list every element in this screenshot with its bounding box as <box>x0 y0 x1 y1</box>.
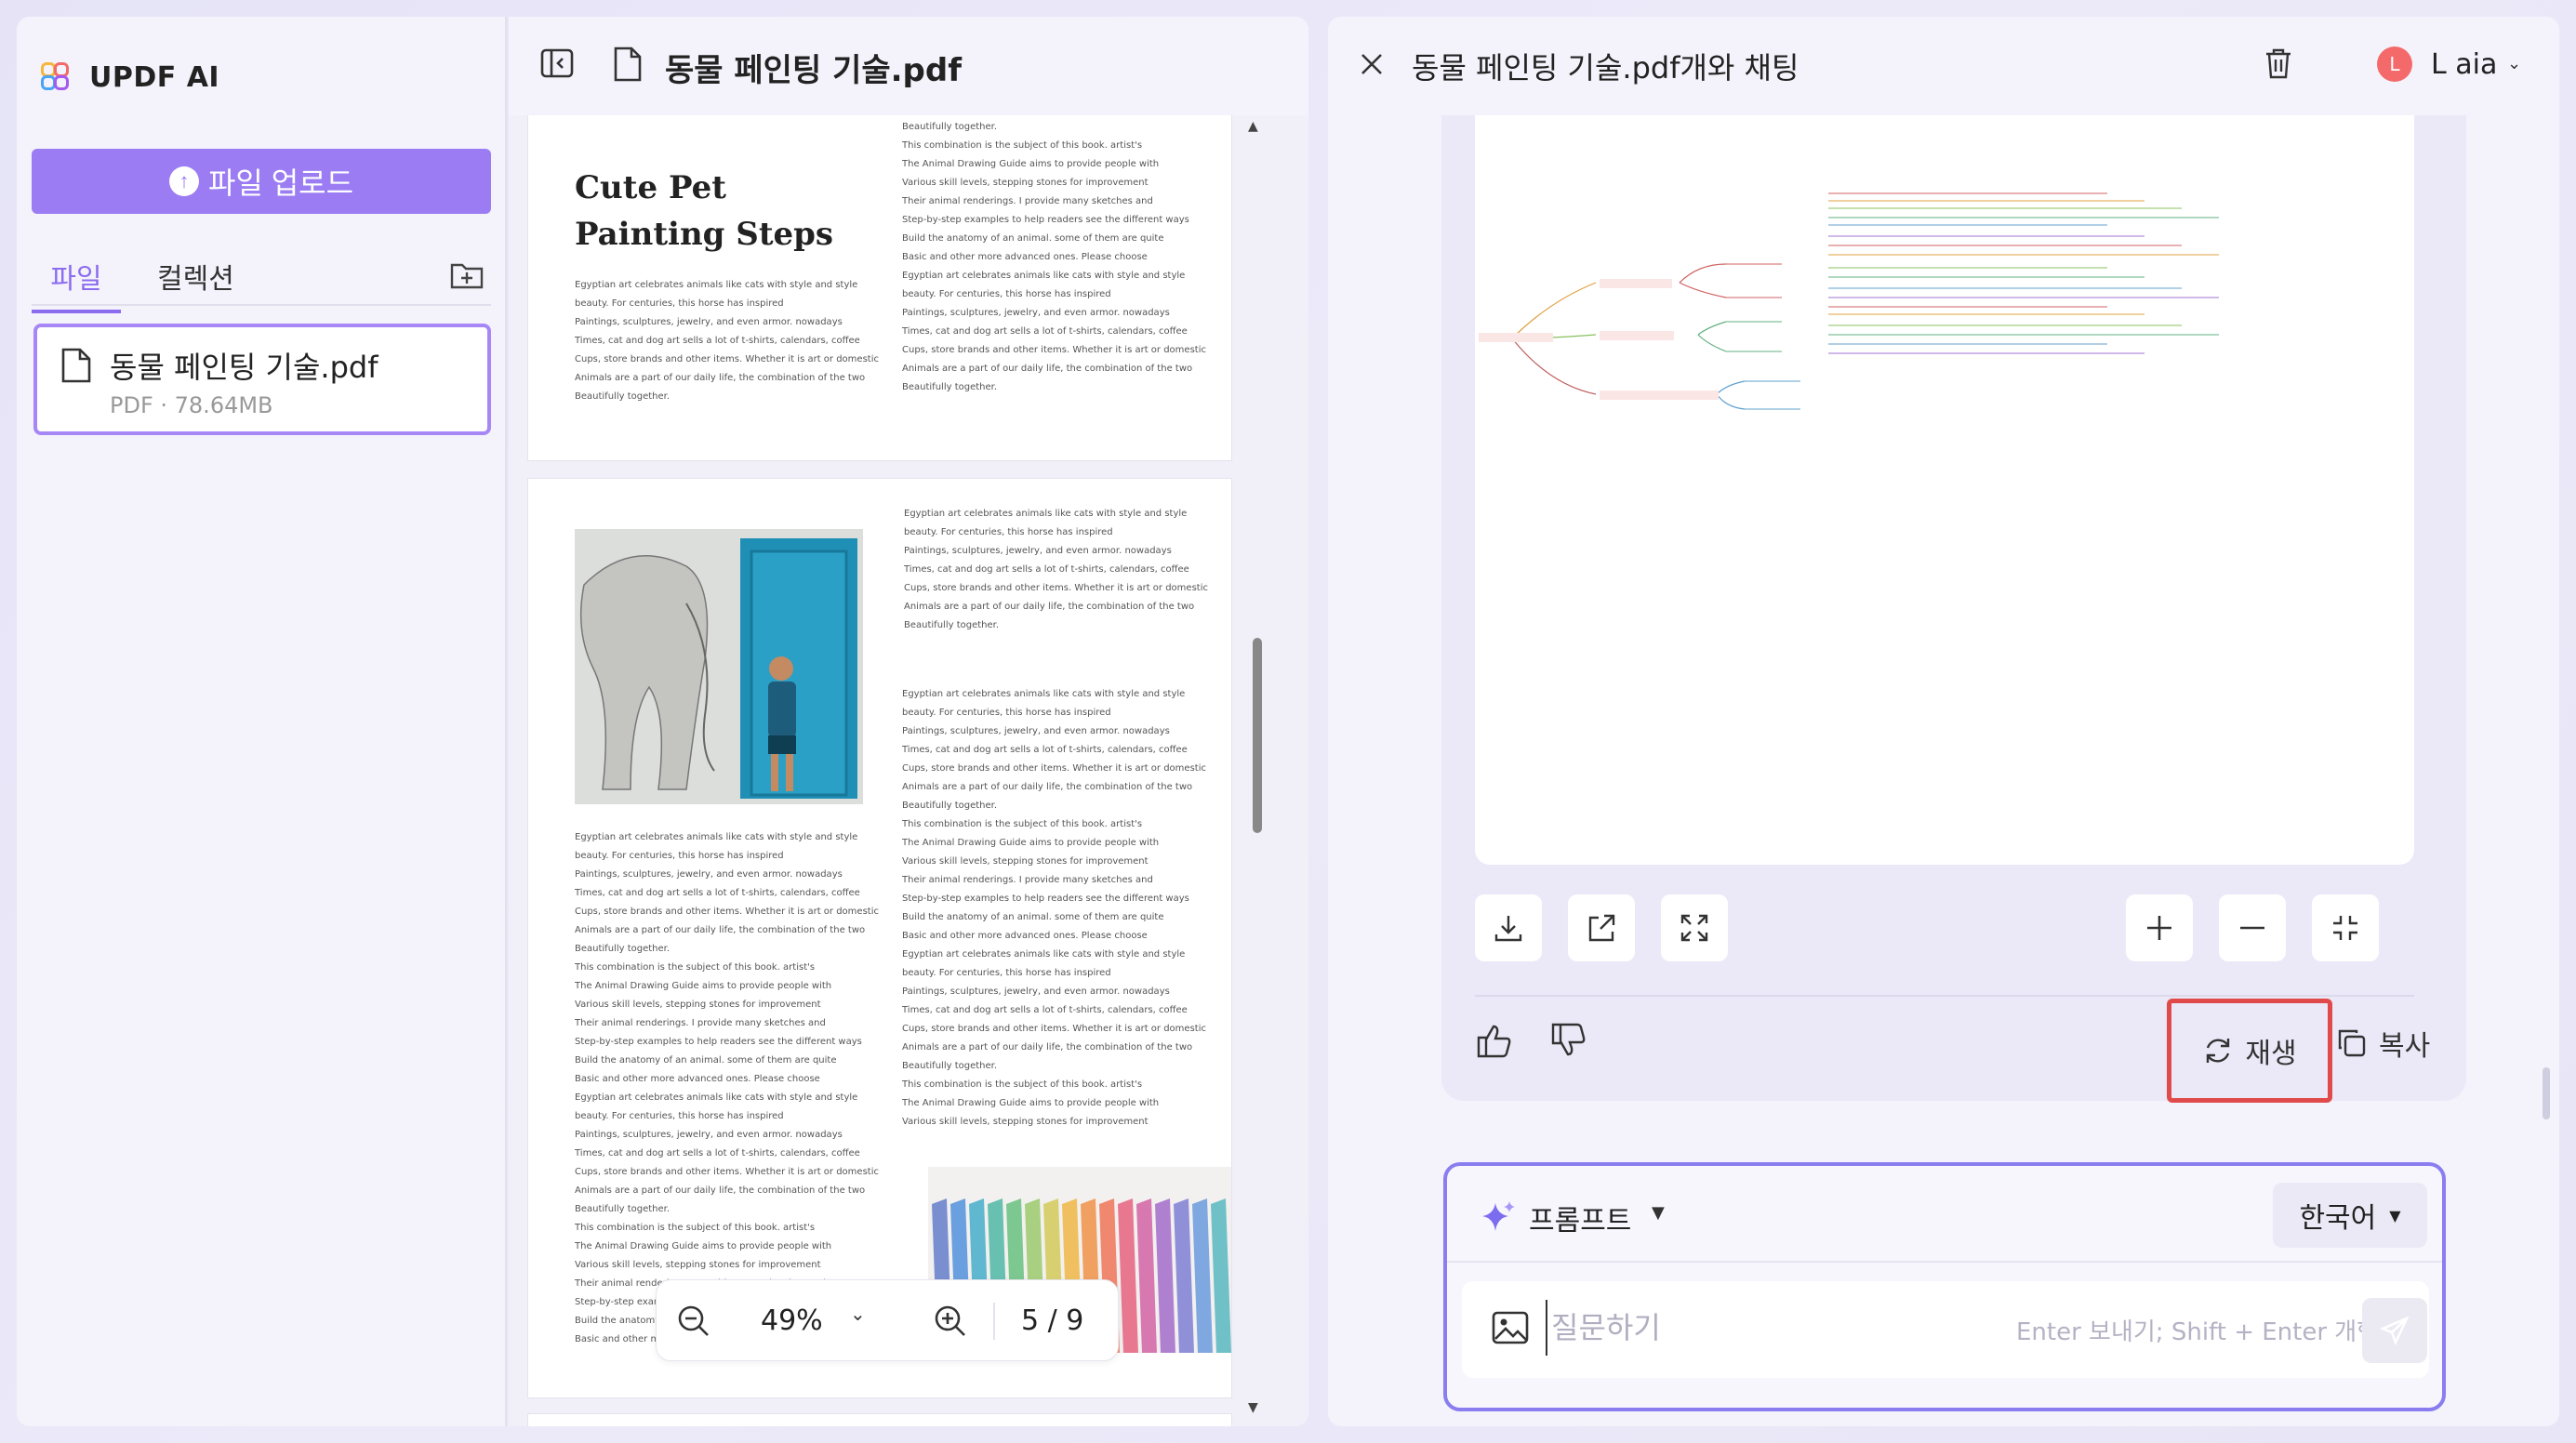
new-folder-icon[interactable] <box>448 256 485 293</box>
document-viewer: Cute Pet Painting Steps Egyptian art cel… <box>509 17 1308 1426</box>
divider <box>993 1303 995 1340</box>
document-scrollbar[interactable] <box>1253 638 1262 833</box>
document-header: 동물 페인팅 기술.pdf <box>509 17 1308 115</box>
regenerate-label: 재생 <box>2245 1039 2297 1069</box>
mind-map[interactable] <box>1475 115 2414 865</box>
language-select[interactable]: 한국어 ▼ <box>2273 1183 2427 1248</box>
expand-icon[interactable] <box>1661 894 1728 961</box>
document-pages[interactable]: Cute Pet Painting Steps Egyptian art cel… <box>509 78 1308 1426</box>
prompt-composer: 프롬프트 ▼ 한국어 ▼ Enter 보내기; Shift + Enter 개행 <box>1443 1162 2446 1411</box>
document-icon <box>61 348 91 383</box>
file-name: 동물 페인팅 기술.pdf <box>110 350 378 385</box>
image-upload-icon[interactable] <box>1492 1311 1529 1344</box>
prompt-selector[interactable]: 프롬프트 <box>1529 1198 1631 1238</box>
caret-down-icon: ▼ <box>2389 1206 2401 1225</box>
user-name[interactable]: L aia <box>2431 48 2497 81</box>
thumbs-down-icon[interactable] <box>1549 1021 1588 1060</box>
send-button[interactable] <box>2362 1298 2427 1363</box>
fit-to-screen-icon[interactable] <box>2312 894 2379 961</box>
prompt-toolbar: 프롬프트 ▼ 한국어 ▼ <box>1447 1166 2442 1263</box>
download-icon[interactable] <box>1475 894 1542 961</box>
paragraph: Egyptian art celebrates animals like cat… <box>904 509 1208 630</box>
language-value: 한국어 <box>2299 1202 2377 1235</box>
enter-hint: Enter 보내기; Shift + Enter 개행 <box>2016 1318 2380 1346</box>
close-icon[interactable] <box>1360 52 1384 76</box>
copy-icon <box>2338 1029 2366 1057</box>
thumbs-up-icon[interactable] <box>1475 1021 1514 1060</box>
copy-button[interactable]: 복사 <box>2336 1023 2430 1064</box>
document-icon <box>614 46 642 82</box>
trash-icon[interactable] <box>2264 46 2293 80</box>
app-name: UPDF AI <box>89 61 220 94</box>
divider <box>1475 995 2414 997</box>
zoom-level[interactable]: 49% <box>761 1304 823 1337</box>
scroll-up-arrow-icon[interactable]: ▲ <box>1248 119 1258 134</box>
sparkle-icon <box>1482 1201 1515 1231</box>
file-meta: PDF · 78.64MB <box>110 392 273 418</box>
upload-arrow-icon: ↑ <box>168 166 199 196</box>
upload-file-label: 파일 업로드 <box>207 166 354 200</box>
zoom-dropdown-icon[interactable]: ⌄ <box>850 1303 866 1325</box>
file-list-item[interactable]: 동물 페인팅 기술.pdf PDF · 78.64MB <box>33 324 491 435</box>
chat-title: 동물 페인팅 기술.pdf개와 채팅 <box>1412 50 1799 86</box>
send-icon <box>2379 1316 2410 1346</box>
upload-file-button[interactable]: ↑ 파일 업로드 <box>32 149 491 214</box>
chat-scrollbar[interactable] <box>2543 1067 2550 1119</box>
share-icon[interactable] <box>1568 894 1635 961</box>
pdf-page: Egyptian art celebrates animals like cat… <box>527 478 1232 1398</box>
avatar[interactable]: L <box>2377 46 2412 82</box>
caret-down-icon[interactable]: ▼ <box>1652 1203 1665 1223</box>
tab-files[interactable]: 파일 <box>32 256 121 313</box>
copy-label: 복사 <box>2379 1030 2431 1063</box>
elephant-drawing-photo <box>575 529 863 804</box>
paragraph: Egyptian art celebrates animals like cat… <box>575 280 879 402</box>
zoom-in-icon[interactable] <box>932 1303 969 1340</box>
regenerate-button[interactable]: 재생 <box>2167 999 2332 1103</box>
sidebar-tabs: 파일 컬렉션 <box>32 254 491 313</box>
zoom-toolbar: 49% ⌄ 5 / 9 <box>656 1279 1119 1361</box>
paragraph: Egyptian art celebrates animals like cat… <box>575 832 879 1344</box>
refresh-icon <box>2207 1039 2230 1063</box>
collapse-sidebar-icon[interactable] <box>540 48 574 78</box>
pdf-page: Cute Pet Painting Steps Egyptian art cel… <box>527 78 1232 461</box>
minus-icon[interactable] <box>2219 894 2286 961</box>
paragraph: Egyptian art celebrates animals like cat… <box>902 689 1206 1127</box>
tab-collections[interactable]: 컬렉션 <box>157 256 234 310</box>
scroll-down-arrow-icon[interactable]: ▼ <box>1248 1400 1258 1415</box>
document-title: 동물 페인팅 기술.pdf <box>665 52 963 89</box>
updf-logo-icon <box>41 61 73 94</box>
page-heading: Cute Pet Painting Steps <box>575 169 834 253</box>
chat-panel: 동물 페인팅 기술.pdf개와 채팅 L L aia ⌄ 재생 복사 프롬프트 … <box>1328 17 2559 1426</box>
chevron-down-icon[interactable]: ⌄ <box>2507 54 2521 73</box>
zoom-out-icon[interactable] <box>675 1303 712 1340</box>
paragraph: Animals are a part of our daily life, th… <box>902 103 1206 392</box>
question-input[interactable] <box>1546 1300 1918 1356</box>
ai-answer-card: 재생 복사 <box>1441 115 2466 1103</box>
question-input-row: Enter 보내기; Shift + Enter 개행 <box>1462 1281 2429 1378</box>
plus-icon[interactable] <box>2126 894 2193 961</box>
page-indicator[interactable]: 5 / 9 <box>1021 1304 1083 1337</box>
pdf-page <box>527 1413 1232 1426</box>
app-logo: UPDF AI <box>41 61 219 94</box>
sidebar: UPDF AI ↑ 파일 업로드 파일 컬렉션 동물 페인팅 기술.pdf PD… <box>17 17 507 1426</box>
